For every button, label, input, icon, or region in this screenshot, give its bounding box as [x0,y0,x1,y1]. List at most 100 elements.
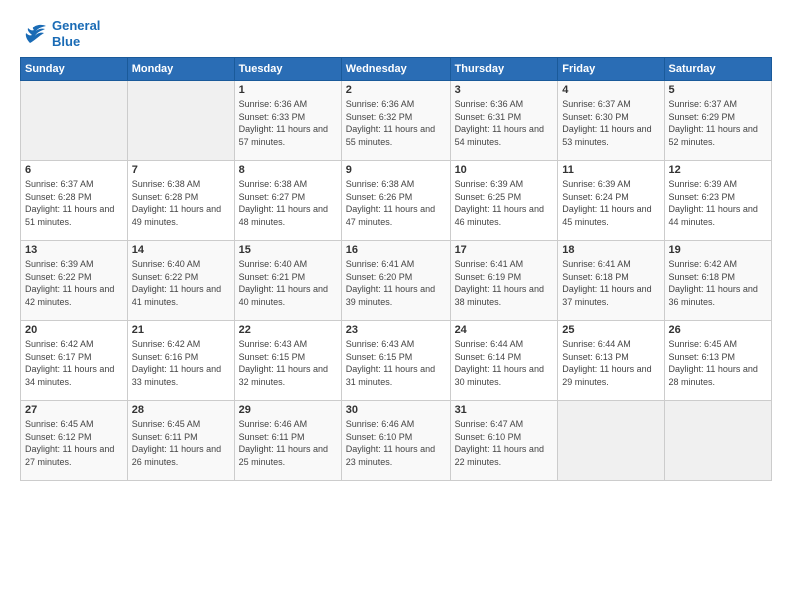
calendar-week-4: 20 Sunrise: 6:42 AM Sunset: 6:17 PM Dayli… [21,321,772,401]
weekday-header-friday: Friday [558,58,664,81]
calendar-header-row: SundayMondayTuesdayWednesdayThursdayFrid… [21,58,772,81]
day-info: Sunrise: 6:41 AM Sunset: 6:18 PM Dayligh… [562,258,659,308]
day-info: Sunrise: 6:42 AM Sunset: 6:17 PM Dayligh… [25,338,123,388]
calendar-week-2: 6 Sunrise: 6:37 AM Sunset: 6:28 PM Daylig… [21,161,772,241]
weekday-header-thursday: Thursday [450,58,558,81]
calendar-cell: 4 Sunrise: 6:37 AM Sunset: 6:30 PM Daylig… [558,81,664,161]
calendar-cell: 2 Sunrise: 6:36 AM Sunset: 6:32 PM Daylig… [341,81,450,161]
day-number: 24 [455,324,554,336]
calendar-cell: 3 Sunrise: 6:36 AM Sunset: 6:31 PM Daylig… [450,81,558,161]
calendar-cell: 10Sunrise: 6:39 AM Sunset: 6:25 PM Dayli… [450,161,558,241]
calendar-cell: 31 Sunrise: 6:47 AM Sunset: 6:10 PM Dayli… [450,401,558,481]
calendar-cell: 15 Sunrise: 6:40 AM Sunset: 6:21 PM Dayli… [234,241,341,321]
day-number: 20 [25,324,123,336]
day-number: 29 [239,404,337,416]
day-info: Sunrise: 6:45 AM Sunset: 6:13 PM Dayligh… [669,338,767,388]
day-number: 7 [132,164,230,176]
day-number: 27 [25,404,123,416]
day-info: Sunrise: 6:36 AM Sunset: 6:33 PM Dayligh… [239,98,337,148]
logo-bird-icon [20,23,48,45]
day-number: 13 [25,244,123,256]
calendar-cell: 23Sunrise: 6:43 AM Sunset: 6:15 PM Dayli… [341,321,450,401]
day-number: 14 [132,244,230,256]
day-info: Sunrise: 6:43 AM Sunset: 6:15 PM Dayligh… [239,338,337,388]
calendar-cell: 12Sunrise: 6:39 AM Sunset: 6:23 PM Dayli… [664,161,771,241]
day-info: Sunrise: 6:38 AM Sunset: 6:27 PM Dayligh… [239,178,337,228]
calendar-cell: 14Sunrise: 6:40 AM Sunset: 6:22 PM Dayli… [127,241,234,321]
calendar-cell: 26 Sunrise: 6:45 AM Sunset: 6:13 PM Dayli… [664,321,771,401]
day-number: 9 [346,164,446,176]
calendar-week-5: 27 Sunrise: 6:45 AM Sunset: 6:12 PM Dayli… [21,401,772,481]
day-number: 1 [239,84,337,96]
day-number: 31 [455,404,554,416]
calendar-cell: 29 Sunrise: 6:46 AM Sunset: 6:11 PM Dayli… [234,401,341,481]
calendar-cell: 24 Sunrise: 6:44 AM Sunset: 6:14 PM Dayli… [450,321,558,401]
day-info: Sunrise: 6:47 AM Sunset: 6:10 PM Dayligh… [455,418,554,468]
day-info: Sunrise: 6:41 AM Sunset: 6:19 PM Dayligh… [455,258,554,308]
calendar-cell: 18 Sunrise: 6:41 AM Sunset: 6:18 PM Dayli… [558,241,664,321]
calendar-cell: 9Sunrise: 6:38 AM Sunset: 6:26 PM Daylig… [341,161,450,241]
day-info: Sunrise: 6:44 AM Sunset: 6:13 PM Dayligh… [562,338,659,388]
day-info: Sunrise: 6:36 AM Sunset: 6:32 PM Dayligh… [346,98,446,148]
day-number: 22 [239,324,337,336]
calendar-cell: 28Sunrise: 6:45 AM Sunset: 6:11 PM Dayli… [127,401,234,481]
day-number: 6 [25,164,123,176]
day-info: Sunrise: 6:42 AM Sunset: 6:18 PM Dayligh… [669,258,767,308]
day-info: Sunrise: 6:39 AM Sunset: 6:25 PM Dayligh… [455,178,554,228]
day-info: Sunrise: 6:37 AM Sunset: 6:29 PM Dayligh… [669,98,767,148]
day-info: Sunrise: 6:42 AM Sunset: 6:16 PM Dayligh… [132,338,230,388]
day-info: Sunrise: 6:40 AM Sunset: 6:21 PM Dayligh… [239,258,337,308]
day-number: 2 [346,84,446,96]
day-info: Sunrise: 6:38 AM Sunset: 6:28 PM Dayligh… [132,178,230,228]
day-info: Sunrise: 6:37 AM Sunset: 6:28 PM Dayligh… [25,178,123,228]
logo: General Blue [20,18,100,49]
calendar-cell: 17 Sunrise: 6:41 AM Sunset: 6:19 PM Dayli… [450,241,558,321]
day-number: 3 [455,84,554,96]
calendar-cell [664,401,771,481]
day-info: Sunrise: 6:46 AM Sunset: 6:11 PM Dayligh… [239,418,337,468]
weekday-header-sunday: Sunday [21,58,128,81]
calendar-cell [21,81,128,161]
day-info: Sunrise: 6:39 AM Sunset: 6:24 PM Dayligh… [562,178,659,228]
weekday-header-wednesday: Wednesday [341,58,450,81]
day-number: 15 [239,244,337,256]
calendar-cell: 27 Sunrise: 6:45 AM Sunset: 6:12 PM Dayli… [21,401,128,481]
day-number: 8 [239,164,337,176]
calendar-cell: 6 Sunrise: 6:37 AM Sunset: 6:28 PM Daylig… [21,161,128,241]
calendar-cell: 11Sunrise: 6:39 AM Sunset: 6:24 PM Dayli… [558,161,664,241]
calendar-cell [558,401,664,481]
calendar-cell: 13 Sunrise: 6:39 AM Sunset: 6:22 PM Dayli… [21,241,128,321]
page-header: General Blue [20,18,772,49]
day-info: Sunrise: 6:45 AM Sunset: 6:12 PM Dayligh… [25,418,123,468]
calendar-cell: 21 Sunrise: 6:42 AM Sunset: 6:16 PM Dayli… [127,321,234,401]
day-info: Sunrise: 6:41 AM Sunset: 6:20 PM Dayligh… [346,258,446,308]
day-number: 18 [562,244,659,256]
calendar-cell: 8 Sunrise: 6:38 AM Sunset: 6:27 PM Daylig… [234,161,341,241]
day-number: 4 [562,84,659,96]
calendar-cell [127,81,234,161]
weekday-header-saturday: Saturday [664,58,771,81]
day-number: 23 [346,324,446,336]
calendar-cell: 22 Sunrise: 6:43 AM Sunset: 6:15 PM Dayli… [234,321,341,401]
day-info: Sunrise: 6:44 AM Sunset: 6:14 PM Dayligh… [455,338,554,388]
day-number: 5 [669,84,767,96]
day-info: Sunrise: 6:39 AM Sunset: 6:22 PM Dayligh… [25,258,123,308]
day-number: 17 [455,244,554,256]
calendar-cell: 20 Sunrise: 6:42 AM Sunset: 6:17 PM Dayli… [21,321,128,401]
day-number: 19 [669,244,767,256]
day-info: Sunrise: 6:37 AM Sunset: 6:30 PM Dayligh… [562,98,659,148]
day-info: Sunrise: 6:36 AM Sunset: 6:31 PM Dayligh… [455,98,554,148]
calendar-table: SundayMondayTuesdayWednesdayThursdayFrid… [20,57,772,481]
calendar-week-3: 13 Sunrise: 6:39 AM Sunset: 6:22 PM Dayli… [21,241,772,321]
day-number: 21 [132,324,230,336]
calendar-cell: 25 Sunrise: 6:44 AM Sunset: 6:13 PM Dayli… [558,321,664,401]
weekday-header-tuesday: Tuesday [234,58,341,81]
calendar-cell: 5 Sunrise: 6:37 AM Sunset: 6:29 PM Daylig… [664,81,771,161]
calendar-cell: 30Sunrise: 6:46 AM Sunset: 6:10 PM Dayli… [341,401,450,481]
day-number: 25 [562,324,659,336]
day-number: 30 [346,404,446,416]
calendar-cell: 7 Sunrise: 6:38 AM Sunset: 6:28 PM Daylig… [127,161,234,241]
day-info: Sunrise: 6:39 AM Sunset: 6:23 PM Dayligh… [669,178,767,228]
day-number: 26 [669,324,767,336]
day-number: 28 [132,404,230,416]
